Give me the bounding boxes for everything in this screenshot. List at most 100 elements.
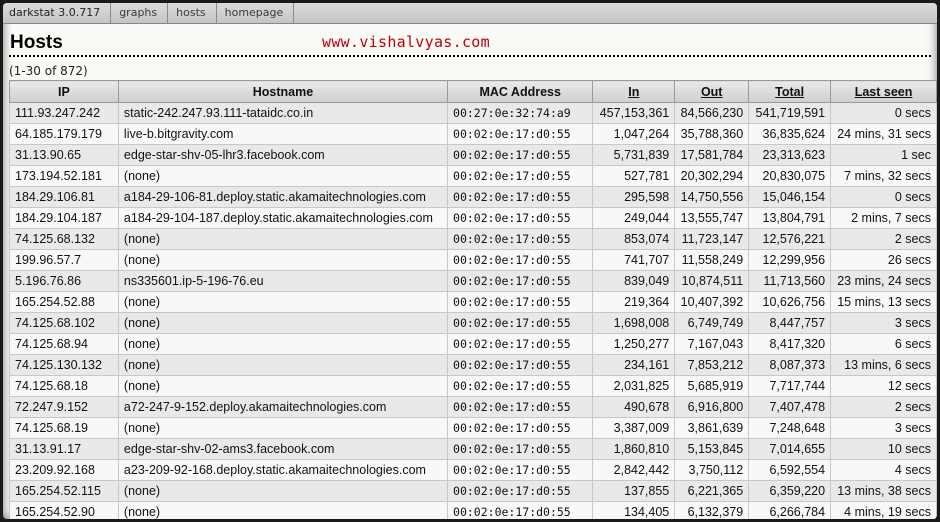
host-ip-link[interactable]: 184.29.106.81 xyxy=(9,186,119,208)
hostname-cell: ns335601.ip-5-196-76.eu xyxy=(117,270,449,292)
bytes-in-cell: 1,250,277 xyxy=(592,333,676,355)
bytes-total-cell: 7,717,744 xyxy=(748,375,832,397)
table-row: 173.194.52.181 (none) 00:02:0e:17:d0:55 527… xyxy=(9,165,937,187)
last-seen-cell: 7 mins, 32 secs xyxy=(830,165,937,187)
bytes-total-cell: 541,719,591 xyxy=(748,102,832,124)
bytes-in-cell: 490,678 xyxy=(592,396,676,418)
column-header-out-sort-link[interactable]: Out xyxy=(674,80,750,103)
mac-address-cell: 00:02:0e:17:d0:55 xyxy=(447,186,594,208)
host-ip-link[interactable]: 173.194.52.181 xyxy=(9,165,119,187)
bytes-total-cell: 8,447,757 xyxy=(748,312,832,334)
host-ip-link[interactable]: 74.125.68.94 xyxy=(9,333,119,355)
mac-address-cell: 00:02:0e:17:d0:55 xyxy=(447,354,594,376)
hostname-cell: (none) xyxy=(117,501,449,519)
host-ip-link[interactable]: 64.185.179.179 xyxy=(9,123,119,145)
app-window: darkstat 3.0.717 graphs hosts homepage H… xyxy=(3,3,937,519)
mac-address-cell: 00:02:0e:17:d0:55 xyxy=(447,396,594,418)
bytes-in-cell: 137,855 xyxy=(592,480,676,502)
host-ip-link[interactable]: 74.125.130.132 xyxy=(9,354,119,376)
bytes-in-cell: 853,074 xyxy=(592,228,676,250)
bytes-total-cell: 20,830,075 xyxy=(748,165,832,187)
bytes-total-cell: 6,359,220 xyxy=(748,480,832,502)
column-header-last-seen-sort-link[interactable]: Last seen xyxy=(830,80,937,103)
bytes-in-cell: 5,731,839 xyxy=(592,144,676,166)
bytes-out-cell: 10,874,511 xyxy=(674,270,750,292)
hostname-cell: a23-209-92-168.deploy.static.akamaitechn… xyxy=(117,459,449,481)
hostname-cell: (none) xyxy=(117,291,449,313)
table-row: 74.125.68.94 (none) 00:02:0e:17:d0:55 1,250… xyxy=(9,333,937,355)
table-row: 31.13.91.17 edge-star-shv-02-ams3.faceboo… xyxy=(9,438,937,460)
bytes-in-cell: 234,161 xyxy=(592,354,676,376)
hostname-cell: a72-247-9-152.deploy.akamaitechnologies.… xyxy=(117,396,449,418)
hostname-cell: (none) xyxy=(117,165,449,187)
host-ip-link[interactable]: 74.125.68.19 xyxy=(9,417,119,439)
host-ip-link[interactable]: 23.209.92.168 xyxy=(9,459,119,481)
mac-address-cell: 00:02:0e:17:d0:55 xyxy=(447,207,594,229)
bytes-in-cell: 219,364 xyxy=(592,291,676,313)
mac-address-cell: 00:02:0e:17:d0:55 xyxy=(447,270,594,292)
bytes-total-cell: 6,266,784 xyxy=(748,501,832,519)
last-seen-cell: 3 secs xyxy=(830,312,937,334)
last-seen-cell: 10 secs xyxy=(830,438,937,460)
page-header: Hosts www.vishalvyas.com xyxy=(9,29,931,57)
bytes-in-cell: 457,153,361 xyxy=(592,102,676,124)
last-seen-cell: 4 secs xyxy=(830,459,937,481)
table-row: 165.254.52.115 (none) 00:02:0e:17:d0:55 137… xyxy=(9,480,937,502)
last-seen-cell: 1 sec xyxy=(830,144,937,166)
bytes-out-cell: 3,750,112 xyxy=(674,459,750,481)
host-ip-link[interactable]: 199.96.57.7 xyxy=(9,249,119,271)
bytes-out-cell: 5,685,919 xyxy=(674,375,750,397)
results-count: (1-30 of 872) xyxy=(9,64,88,78)
column-header-in-sort-link[interactable]: In xyxy=(592,80,676,103)
nav-link-homepage[interactable]: homepage xyxy=(217,3,295,24)
host-ip-link[interactable]: 5.196.76.86 xyxy=(9,270,119,292)
host-ip-link[interactable]: 165.254.52.88 xyxy=(9,291,119,313)
mac-address-cell: 00:02:0e:17:d0:55 xyxy=(447,501,594,519)
bytes-total-cell: 6,592,554 xyxy=(748,459,832,481)
host-ip-link[interactable]: 74.125.68.132 xyxy=(9,228,119,250)
bytes-total-cell: 8,087,373 xyxy=(748,354,832,376)
host-ip-link[interactable]: 74.125.68.18 xyxy=(9,375,119,397)
nav-link-graphs[interactable]: graphs xyxy=(111,3,169,24)
bytes-total-cell: 7,407,478 xyxy=(748,396,832,418)
last-seen-cell: 2 secs xyxy=(830,228,937,250)
last-seen-cell: 15 mins, 13 secs xyxy=(830,291,937,313)
column-header-total-sort-link[interactable]: Total xyxy=(748,80,832,103)
table-row: 165.254.52.88 (none) 00:02:0e:17:d0:55 219,… xyxy=(9,291,937,313)
hostname-cell: (none) xyxy=(117,354,449,376)
watermark-text: www.vishalvyas.com xyxy=(322,33,490,51)
bytes-out-cell: 84,566,230 xyxy=(674,102,750,124)
table-row: 74.125.130.132 (none) 00:02:0e:17:d0:55 234… xyxy=(9,354,937,376)
table-row: 111.93.247.242 static-242.247.93.111-tata… xyxy=(9,102,937,124)
bytes-total-cell: 7,248,648 xyxy=(748,417,832,439)
host-ip-link[interactable]: 111.93.247.242 xyxy=(9,102,119,124)
host-ip-link[interactable]: 31.13.91.17 xyxy=(9,438,119,460)
bytes-out-cell: 20,302,294 xyxy=(674,165,750,187)
host-ip-link[interactable]: 165.254.52.115 xyxy=(9,480,119,502)
host-ip-link[interactable]: 74.125.68.102 xyxy=(9,312,119,334)
mac-address-cell: 00:02:0e:17:d0:55 xyxy=(447,333,594,355)
last-seen-cell: 24 mins, 31 secs xyxy=(830,123,937,145)
last-seen-cell: 0 secs xyxy=(830,186,937,208)
bytes-out-cell: 5,153,845 xyxy=(674,438,750,460)
hostname-cell: (none) xyxy=(117,228,449,250)
nav-link-hosts[interactable]: hosts xyxy=(168,3,217,24)
last-seen-cell: 3 secs xyxy=(830,417,937,439)
column-header-mac-address: MAC Address xyxy=(447,80,594,103)
bytes-in-cell: 3,387,009 xyxy=(592,417,676,439)
bytes-total-cell: 23,313,623 xyxy=(748,144,832,166)
host-ip-link[interactable]: 165.254.52.90 xyxy=(9,501,119,519)
bytes-in-cell: 134,405 xyxy=(592,501,676,519)
host-ip-link[interactable]: 184.29.104.187 xyxy=(9,207,119,229)
host-ip-link[interactable]: 31.13.90.65 xyxy=(9,144,119,166)
mac-address-cell: 00:02:0e:17:d0:55 xyxy=(447,312,594,334)
last-seen-cell: 12 secs xyxy=(830,375,937,397)
last-seen-cell: 4 mins, 19 secs xyxy=(830,501,937,519)
mac-address-cell: 00:02:0e:17:d0:55 xyxy=(447,228,594,250)
last-seen-cell: 0 secs xyxy=(830,102,937,124)
host-ip-link[interactable]: 72.247.9.152 xyxy=(9,396,119,418)
table-row: 184.29.106.81 a184-29-106-81.deploy.stati… xyxy=(9,186,937,208)
table-row: 5.196.76.86 ns335601.ip-5-196-76.eu 00:02:… xyxy=(9,270,937,292)
bytes-out-cell: 13,555,747 xyxy=(674,207,750,229)
column-header-hostname: Hostname xyxy=(117,80,449,103)
